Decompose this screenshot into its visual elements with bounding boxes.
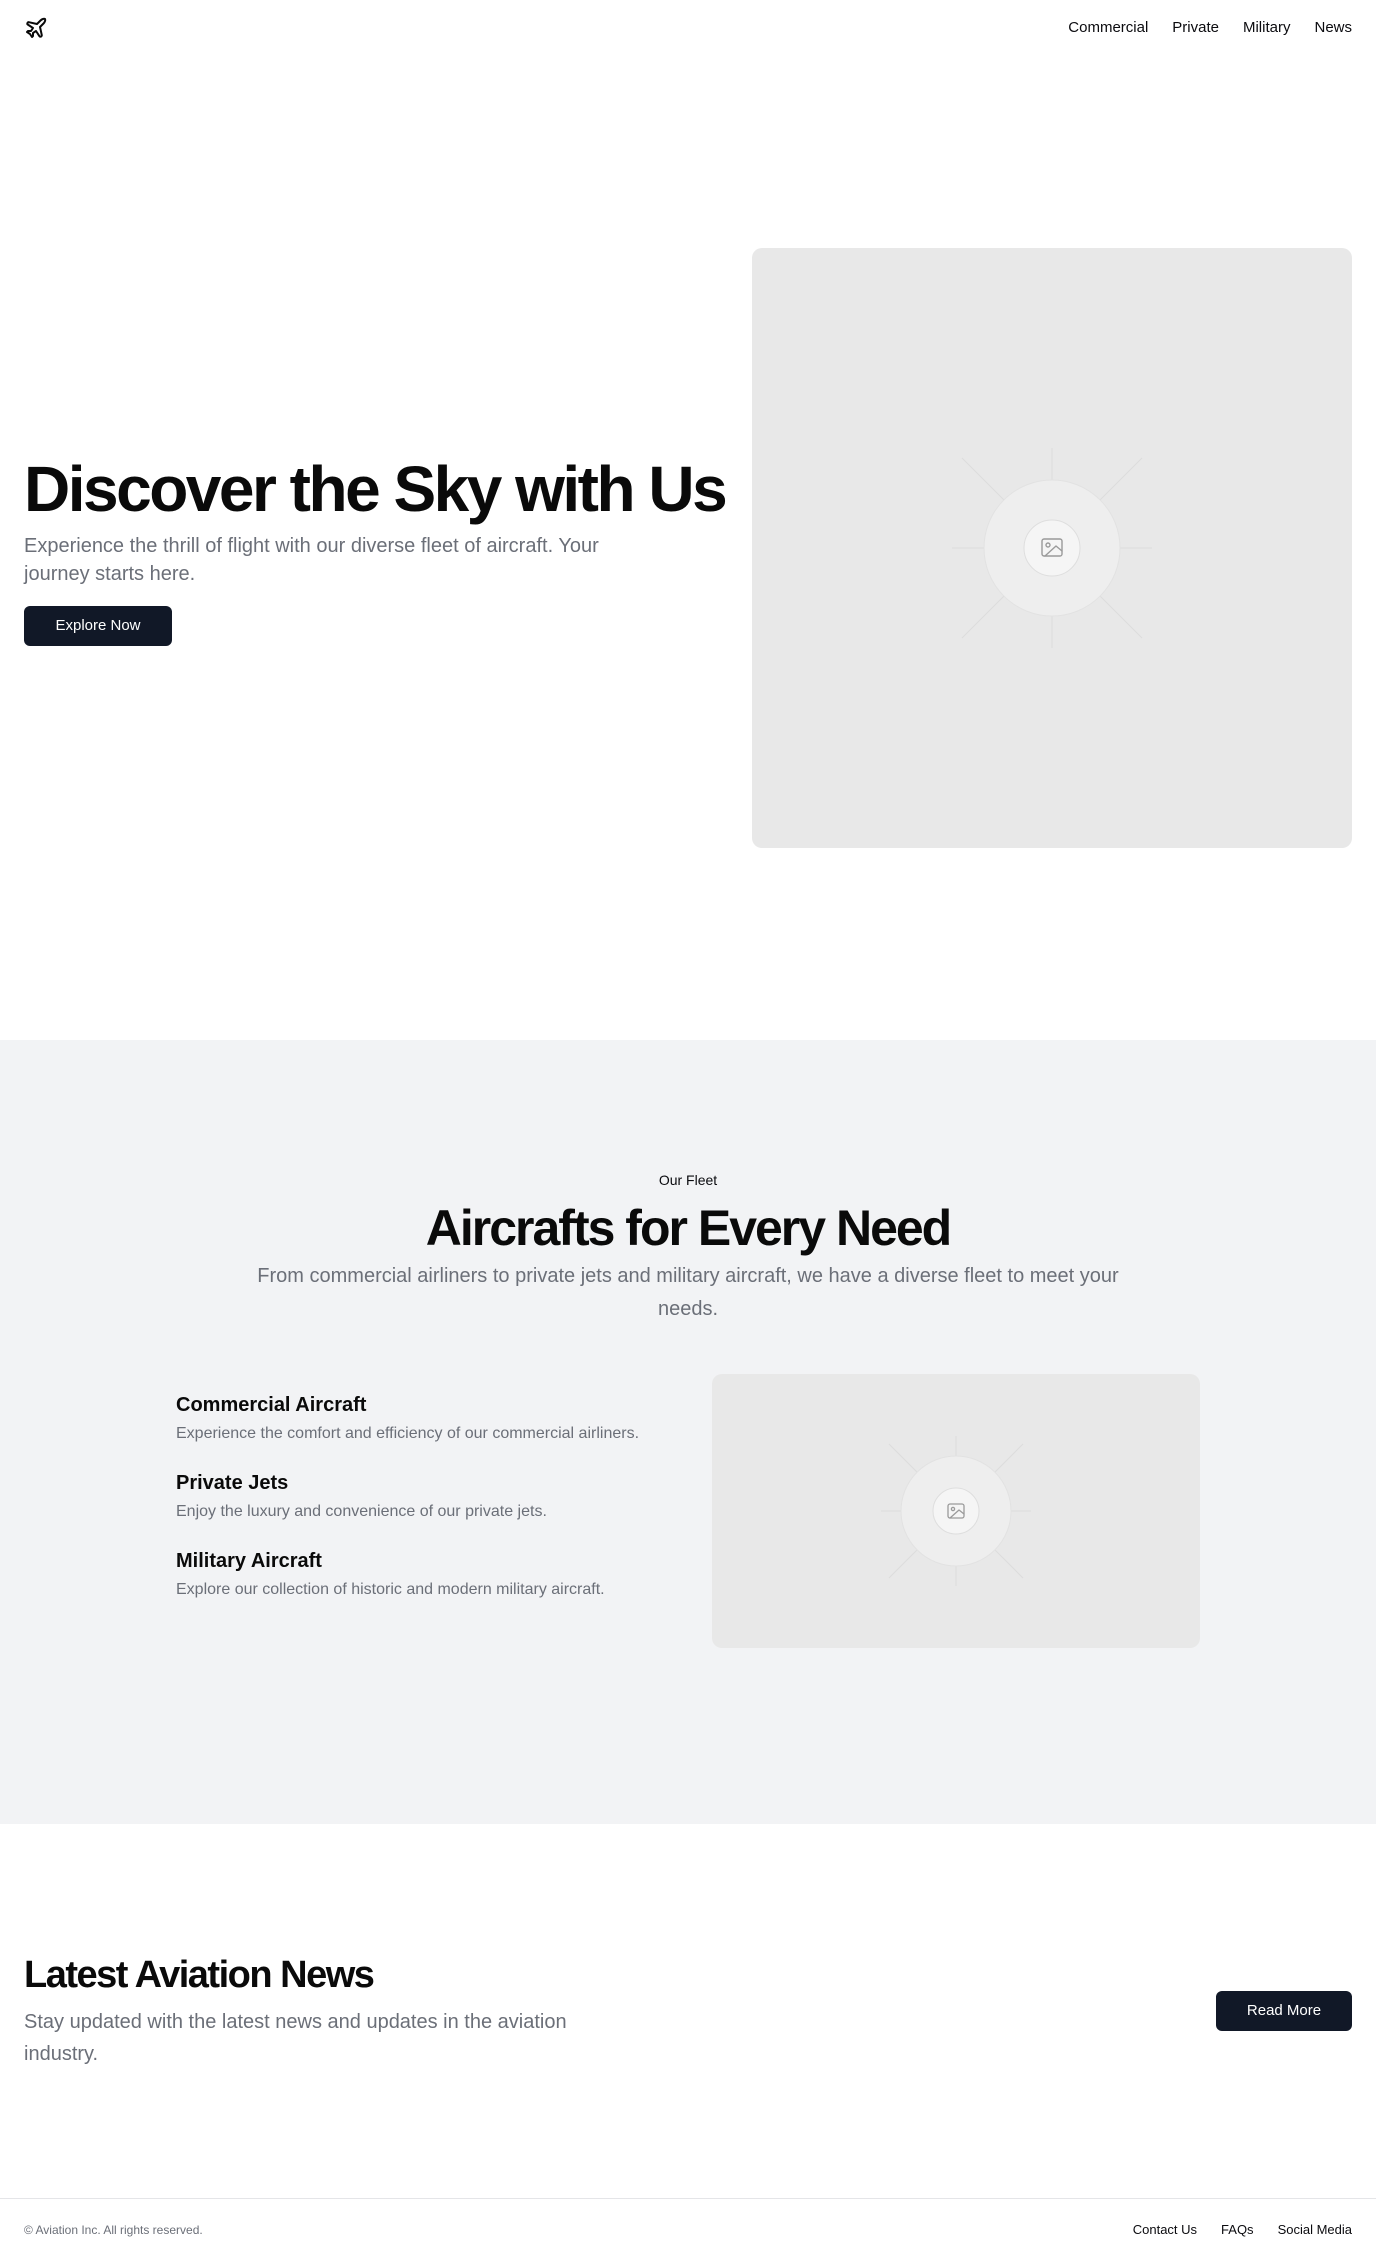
feature-item: Private Jets Enjoy the luxury and conven… [176,1470,656,1524]
footer-link-faqs[interactable]: FAQs [1221,2222,1254,2237]
feature-item: Commercial Aircraft Experience the comfo… [176,1392,656,1446]
feature-list: Commercial Aircraft Experience the comfo… [176,1392,656,1626]
nav-link-military[interactable]: Military [1243,18,1291,38]
fleet-section: Our Fleet Aircrafts for Every Need From … [0,1040,1376,1824]
fleet-image-placeholder [712,1374,1200,1648]
main-nav: Commercial Private Military News [1068,18,1352,38]
nav-link-news[interactable]: News [1314,18,1352,38]
feature-text: Experience the comfort and efficiency of… [176,1425,640,1442]
fleet-title: Aircrafts for Every Need [425,1200,952,1256]
hero-section: Discover the Sky with Us Experience the … [0,56,1376,1040]
news-title: Latest Aviation News [24,1954,375,1996]
fleet-eyebrow: Our Fleet [658,1172,718,1188]
feature-title: Private Jets [176,1472,289,1494]
news-section: Latest Aviation News Stay updated with t… [0,1824,1376,2198]
footer-nav: Contact Us FAQs Social Media [1133,2222,1352,2237]
copyright-text: © Aviation Inc. All rights reserved. [24,2223,203,2237]
image-placeholder-icon [881,1436,1031,1586]
read-more-button[interactable]: Read More [1216,1991,1352,2031]
feature-text: Enjoy the luxury and convenience of our … [176,1503,547,1520]
hero-title: Discover the Sky with Us [24,453,728,525]
hero-image-placeholder [752,248,1352,848]
airplane-icon[interactable] [24,16,48,40]
feature-title: Military Aircraft [176,1550,322,1572]
nav-link-private[interactable]: Private [1172,18,1219,38]
hero-text: Discover the Sky with Us Experience the … [24,453,728,646]
image-placeholder-icon [952,448,1152,648]
feature-text: Explore our collection of historic and m… [176,1581,605,1598]
fleet-subtitle: From commercial airliners to private jet… [257,1265,1119,1320]
site-header: Commercial Private Military News [0,0,1376,56]
nav-link-commercial[interactable]: Commercial [1068,18,1148,38]
news-subtitle: Stay updated with the latest news and up… [24,2011,567,2065]
site-footer: © Aviation Inc. All rights reserved. Con… [0,2198,1376,2263]
footer-link-contact[interactable]: Contact Us [1133,2222,1197,2237]
footer-link-social[interactable]: Social Media [1278,2222,1352,2237]
hero-subtitle: Experience the thrill of flight with our… [24,535,599,585]
feature-item: Military Aircraft Explore our collection… [176,1548,656,1602]
explore-now-button[interactable]: Explore Now [24,606,172,646]
feature-title: Commercial Aircraft [176,1394,367,1416]
